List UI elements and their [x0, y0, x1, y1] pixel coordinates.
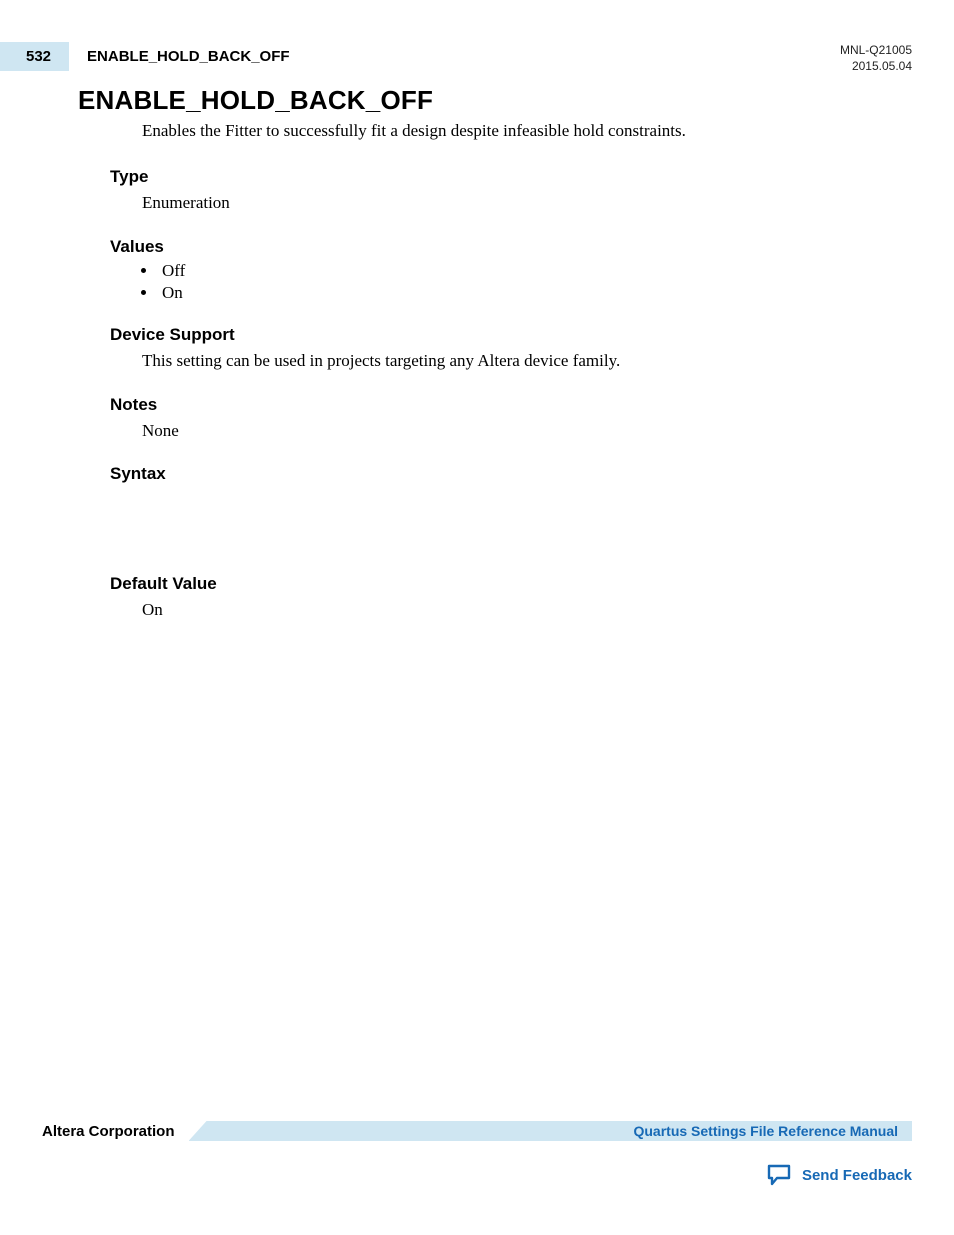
document-page: MNL-Q21005 2015.05.04 532 ENABLE_HOLD_BA… [0, 0, 954, 1235]
section-label-device-support: Device Support [110, 325, 912, 345]
value-item: Off [158, 261, 912, 281]
page-number: 532 [0, 42, 69, 71]
section-body-default-value: On [142, 598, 912, 622]
section-body-device-support: This setting can be used in projects tar… [142, 349, 912, 373]
footer-stripe: Quartus Settings File Reference Manual [189, 1121, 912, 1141]
doc-id: MNL-Q21005 [840, 42, 912, 58]
section-label-notes: Notes [110, 395, 912, 415]
section-body-type: Enumeration [142, 191, 912, 215]
section-body-notes: None [142, 419, 912, 443]
footer-bar: Altera Corporation Quartus Settings File… [42, 1121, 912, 1141]
section-syntax: Syntax [110, 464, 912, 484]
section-label-syntax: Syntax [110, 464, 912, 484]
feedback-icon[interactable] [766, 1163, 792, 1187]
doc-meta: MNL-Q21005 2015.05.04 [840, 42, 912, 74]
section-values: Values Off On [110, 237, 912, 303]
page-title: ENABLE_HOLD_BACK_OFF [78, 85, 912, 116]
doc-date: 2015.05.04 [840, 58, 912, 74]
page-footer: Altera Corporation Quartus Settings File… [42, 1121, 912, 1187]
section-device-support: Device Support This setting can be used … [110, 325, 912, 373]
send-feedback-link[interactable]: Send Feedback [802, 1167, 912, 1184]
value-item: On [158, 283, 912, 303]
section-label-values: Values [110, 237, 912, 257]
section-label-type: Type [110, 167, 912, 187]
footer-doc-link[interactable]: Quartus Settings File Reference Manual [633, 1123, 898, 1139]
description-text: Enables the Fitter to successfully fit a… [142, 120, 912, 143]
section-type: Type Enumeration [110, 167, 912, 215]
section-default-value: Default Value On [110, 574, 912, 622]
footer-company: Altera Corporation [42, 1123, 175, 1140]
running-header: 532 ENABLE_HOLD_BACK_OFF [42, 42, 912, 71]
section-label-default-value: Default Value [110, 574, 912, 594]
values-list: Off On [158, 261, 912, 303]
running-title: ENABLE_HOLD_BACK_OFF [87, 42, 290, 65]
feedback-row: Send Feedback [42, 1163, 912, 1187]
section-notes: Notes None [110, 395, 912, 443]
